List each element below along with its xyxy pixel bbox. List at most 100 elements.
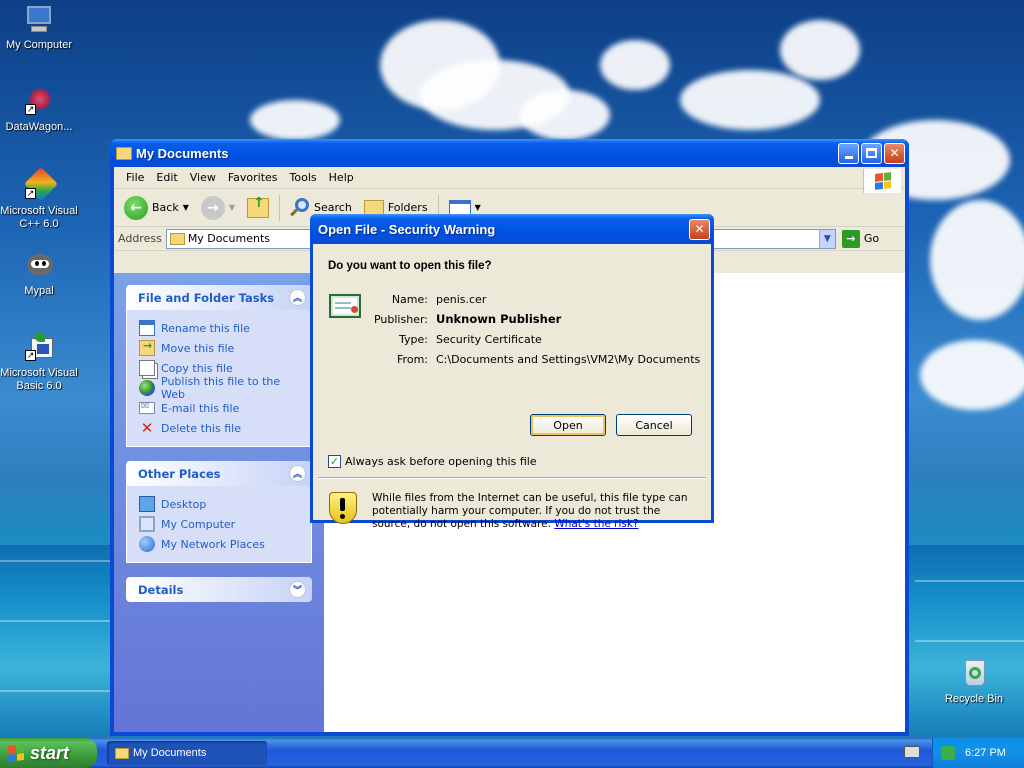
menu-help[interactable]: Help	[323, 171, 360, 184]
menu-favorites[interactable]: Favorites	[222, 171, 284, 184]
up-folder-icon: ↑	[247, 195, 270, 218]
file-folder-tasks-header[interactable]: File and Folder Tasks ︽	[126, 285, 312, 310]
expand-chevron-icon[interactable]: ︾	[289, 581, 306, 598]
minimize-button[interactable]	[838, 142, 859, 164]
other-places-header[interactable]: Other Places ︽	[126, 461, 312, 486]
certificate-icon	[329, 294, 361, 318]
forward-button[interactable]: → ▼	[197, 194, 239, 222]
go-button[interactable]: → Go	[841, 229, 879, 248]
close-button[interactable]: ✕	[884, 142, 905, 164]
address-dropdown-icon[interactable]: ▼	[818, 229, 835, 248]
clock[interactable]: 6:27 PM	[965, 747, 1006, 759]
network-tray-icon[interactable]	[941, 746, 955, 760]
whats-the-risk-link[interactable]: What's the risk?	[554, 518, 638, 530]
menu-edit[interactable]: Edit	[150, 171, 183, 184]
dialog-close-button[interactable]: ✕	[689, 218, 710, 240]
warning-text: While files from the Internet can be use…	[372, 492, 698, 531]
desktop-icon-my-computer[interactable]: My Computer	[0, 4, 78, 52]
menu-bar: File Edit View Favorites Tools Help	[114, 167, 905, 189]
desktop-icon-label: Microsoft Visual Basic 6.0	[0, 367, 78, 392]
desktop-icon-datawagon[interactable]: ↗ DataWagon...	[0, 86, 78, 134]
task-move-file[interactable]: → Move this file	[139, 338, 299, 358]
mypal-icon	[23, 250, 55, 282]
warning-area: While files from the Internet can be use…	[328, 492, 698, 531]
maximize-icon	[866, 148, 877, 158]
place-desktop[interactable]: Desktop	[139, 494, 299, 514]
other-places-panel: Other Places ︽ Desktop My Computer My Ne…	[126, 461, 312, 563]
security-warning-dialog: Open File - Security Warning ✕ Do you wa…	[310, 214, 714, 530]
windows-flag-icon	[8, 743, 24, 763]
delete-x-icon: ✕	[140, 419, 154, 437]
chevron-down-icon: ▼	[228, 203, 236, 212]
task-pane: File and Folder Tasks ︽ Rename this file…	[114, 273, 324, 732]
task-label: Delete this file	[161, 421, 241, 435]
collapse-chevron-icon[interactable]: ︽	[289, 289, 306, 306]
desktop-icon-recycle-bin[interactable]: Recycle Bin	[935, 658, 1013, 706]
back-label: Back	[152, 201, 179, 214]
dialog-separator	[318, 477, 706, 479]
field-value: penis.cer	[436, 292, 487, 306]
network-places-icon	[139, 536, 155, 552]
menu-file[interactable]: File	[120, 171, 150, 184]
field-key: From:	[397, 352, 428, 366]
minimize-icon	[844, 155, 853, 159]
task-rename-file[interactable]: Rename this file	[139, 318, 299, 338]
dialog-title-bar[interactable]: Open File - Security Warning ✕	[310, 214, 714, 244]
collapse-chevron-icon[interactable]: ︽	[289, 465, 306, 482]
desktop-icon-label: Microsoft Visual C++ 6.0	[0, 205, 78, 230]
keyboard-icon[interactable]	[904, 746, 920, 758]
file-folder-tasks-list: Rename this file → Move this file Copy t…	[126, 310, 312, 447]
always-ask-checkbox[interactable]: ✓	[328, 455, 341, 468]
desktop-icon-label: My Computer	[5, 39, 73, 51]
back-button[interactable]: ← Back ▼	[120, 194, 193, 222]
dialog-title: Open File - Security Warning	[318, 221, 496, 237]
windows-logo-icon	[863, 169, 901, 193]
panel-title: Details	[138, 582, 184, 597]
desktop-icon-visual-basic[interactable]: ↗ Microsoft Visual Basic 6.0	[0, 332, 78, 393]
up-folder-button[interactable]: ↑	[243, 195, 273, 220]
dialog-body: Do you want to open this file? Name: pen…	[313, 244, 711, 530]
datawagon-icon: ↗	[23, 86, 55, 118]
taskbar-item-my-documents[interactable]: My Documents	[107, 741, 267, 765]
window-title: My Documents	[136, 145, 229, 161]
system-tray: 6:27 PM	[932, 738, 1024, 768]
explorer-title-bar[interactable]: My Documents ✕	[110, 139, 909, 167]
warning-shield-icon	[328, 492, 358, 526]
task-label: Copy this file	[161, 361, 233, 375]
task-publish-web[interactable]: Publish this file to the Web	[139, 375, 299, 401]
place-my-computer[interactable]: My Computer	[139, 514, 299, 534]
open-button[interactable]: Open	[530, 414, 606, 436]
address-value: My Documents	[187, 232, 271, 245]
task-label: Rename this file	[161, 321, 250, 335]
search-label: Search	[314, 201, 352, 214]
desktop-icon-visual-cpp[interactable]: ↗ Microsoft Visual C++ 6.0	[0, 167, 78, 231]
field-key: Publisher:	[373, 312, 428, 326]
menu-view[interactable]: View	[184, 171, 222, 184]
globe-icon	[139, 380, 155, 396]
start-button[interactable]: start	[0, 738, 97, 768]
always-ask-checkbox-row[interactable]: ✓ Always ask before opening this file	[328, 455, 537, 468]
taskbar-item-label: My Documents	[133, 747, 207, 759]
task-email-file[interactable]: ✉ E-mail this file	[139, 398, 299, 418]
task-delete-file[interactable]: ✕ Delete this file	[139, 418, 299, 438]
my-computer-icon	[23, 4, 55, 36]
file-folder-tasks-panel: File and Folder Tasks ︽ Rename this file…	[126, 285, 312, 447]
desktop-icon-mypal[interactable]: Mypal	[0, 250, 78, 298]
maximize-button[interactable]	[861, 142, 882, 164]
cancel-button[interactable]: Cancel	[616, 414, 692, 436]
chevron-down-icon: ▼	[182, 203, 189, 212]
place-label: My Computer	[161, 517, 236, 531]
folders-label: Folders	[387, 201, 428, 214]
task-label: Move this file	[161, 341, 235, 355]
place-label: My Network Places	[161, 537, 265, 551]
file-details: Name: penis.cer Publisher: Unknown Publi…	[373, 289, 700, 369]
field-value: C:\Documents and Settings\VM2\My Documen…	[436, 352, 701, 366]
place-my-network-places[interactable]: My Network Places	[139, 534, 299, 554]
desktop-icon-label: DataWagon...	[5, 121, 73, 133]
details-header[interactable]: Details ︾	[126, 577, 312, 602]
field-from: From: C:\Documents and Settings\VM2\My D…	[373, 349, 700, 369]
folder-icon	[116, 146, 132, 160]
close-icon: ✕	[694, 222, 705, 236]
desktop-icon-label: Mypal	[24, 285, 54, 297]
menu-tools[interactable]: Tools	[284, 171, 323, 184]
